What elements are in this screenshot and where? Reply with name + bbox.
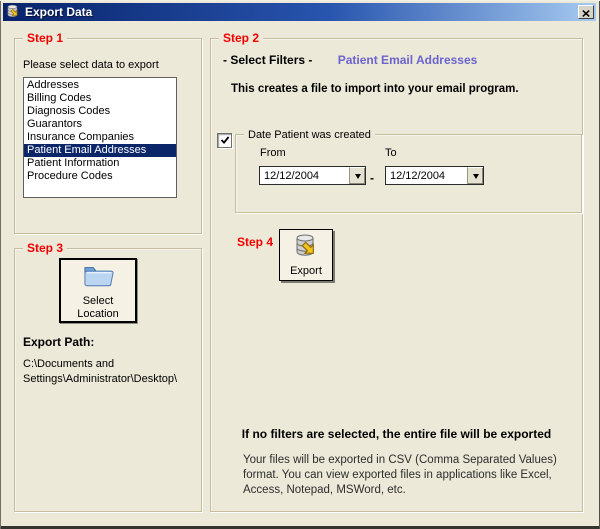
csv-format-note: Your files will be exported in CSV (Comm… [243,453,563,498]
step2-groupbox: Step 2 - Select Filters - Patient Email … [210,38,583,512]
step1-instruction: Please select data to export [23,59,159,71]
list-item-patient-email-addresses-selected[interactable]: Patient Email Addresses [24,144,176,157]
step1-groupbox: Step 1 Please select data to export Addr… [14,38,202,234]
list-item-patient-information[interactable]: Patient Information [24,157,176,170]
export-database-icon [292,233,320,264]
export-button[interactable]: Export [279,229,333,281]
to-date-dropdown-button[interactable] [467,167,483,184]
step3-groupbox: Step 3 Select Location Export Path: C:\D… [14,248,202,512]
export-database-icon [5,4,21,20]
to-date-value: 12/12/2004 [386,170,467,182]
list-item-insurance-companies[interactable]: Insurance Companies [24,131,176,144]
dropdown-arrow-icon [355,174,361,182]
to-date-combobox[interactable]: 12/12/2004 [385,166,484,185]
from-date-value: 12/12/2004 [260,170,349,182]
from-date-dropdown-button[interactable] [349,167,365,184]
export-path-value: C:\Documents and Settings\Administrator\… [23,357,195,387]
date-filter-groupbox: Date Patient was created From To 12/12/2… [235,134,582,213]
no-filters-note: If no filters are selected, the entire f… [211,427,582,441]
list-item-billing-codes[interactable]: Billing Codes [24,92,176,105]
dropdown-arrow-icon [473,174,479,182]
list-item-procedure-codes[interactable]: Procedure Codes [24,170,176,183]
list-item-diagnosis-codes[interactable]: Diagnosis Codes [24,105,176,118]
export-data-listbox[interactable]: Addresses Billing Codes Diagnosis Codes … [23,77,177,198]
select-location-label: Select Location [73,295,123,321]
step1-legend: Step 1 [23,31,67,45]
step2-legend: Step 2 [219,31,263,45]
list-item-addresses[interactable]: Addresses [24,79,176,92]
export-path-label: Export Path: [23,335,94,349]
date-filter-checkbox[interactable] [217,133,232,148]
window-title: Export Data [25,5,92,19]
step4-legend: Step 4 [237,235,273,249]
select-location-button[interactable]: Select Location [59,258,137,323]
step3-legend: Step 3 [23,241,67,255]
selected-data-type-label: Patient Email Addresses [338,53,478,67]
close-icon [582,5,590,20]
titlebar[interactable]: Export Data [3,3,596,21]
export-button-label: Export [290,265,322,277]
select-filters-label: - Select Filters - [223,53,312,67]
folder-icon [80,261,116,293]
email-program-description: This creates a file to import into your … [231,83,519,95]
date-range-separator: - [370,171,374,185]
list-item-guarantors[interactable]: Guarantors [24,118,176,131]
close-button[interactable] [578,5,594,19]
from-date-combobox[interactable]: 12/12/2004 [259,166,366,185]
date-filter-label: Date Patient was created [244,128,375,142]
from-label: From [260,147,286,159]
export-data-window: Export Data Step 1 Please select data to… [0,0,600,529]
to-label: To [385,147,397,159]
filter-header: - Select Filters - Patient Email Address… [223,53,477,67]
checkmark-icon [220,132,230,150]
